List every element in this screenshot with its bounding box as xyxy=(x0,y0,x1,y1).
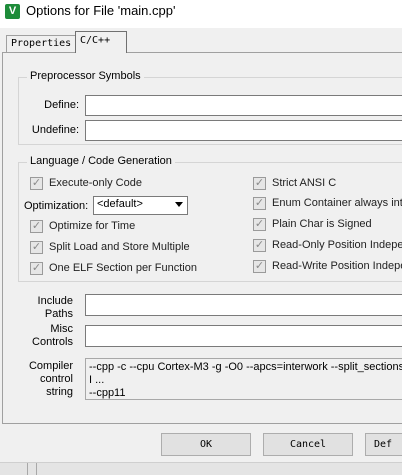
strict-ansi-label: Strict ANSI C xyxy=(272,177,337,189)
tab-c-cpp[interactable]: C/C++ xyxy=(75,31,127,53)
defaults-button[interactable]: Def xyxy=(365,433,402,456)
misc-label-line2: Controls xyxy=(32,336,73,348)
enum-container-label: Enum Container always int xyxy=(272,197,402,209)
compiler-control-string[interactable]: --cpp -c --cpu Cortex-M3 -g -O0 --apcs=i… xyxy=(85,358,402,400)
compiler-control-label: Compiler control string xyxy=(23,360,73,399)
checkmark-icon: ✓ xyxy=(30,177,43,190)
language-group-title: Language / Code Generation xyxy=(27,155,175,167)
optimization-value: <default> xyxy=(97,198,143,210)
undefine-label: Undefine: xyxy=(31,124,79,136)
optimization-label: Optimization: xyxy=(24,200,89,212)
rw-position-label: Read-Write Position Indepen xyxy=(272,260,402,272)
plain-char-label: Plain Char is Signed xyxy=(272,218,372,230)
title-bar: V Options for File 'main.cpp' xyxy=(0,0,402,28)
checkmark-icon: ✓ xyxy=(30,220,43,233)
ro-position-label: Read-Only Position Indepen xyxy=(272,239,402,251)
checkmark-icon: ✓ xyxy=(253,218,266,231)
checkmark-icon: ✓ xyxy=(253,239,266,252)
cancel-button[interactable]: Cancel xyxy=(263,433,353,456)
checkmark-icon: ✓ xyxy=(30,241,43,254)
compiler-label-line2: control xyxy=(39,373,73,385)
undefine-input[interactable] xyxy=(85,120,402,141)
include-label-line1: Include xyxy=(37,295,73,307)
compiler-label-line1: Compiler xyxy=(28,360,73,372)
checkmark-icon: ✓ xyxy=(253,260,266,273)
checkmark-icon: ✓ xyxy=(253,177,266,190)
strip-divider xyxy=(27,463,28,475)
tab-properties[interactable]: Properties xyxy=(6,35,76,52)
misc-controls-input[interactable] xyxy=(85,325,402,347)
compiler-label-line3: string xyxy=(46,386,73,398)
checkmark-icon: ✓ xyxy=(30,262,43,275)
checkmark-icon: ✓ xyxy=(253,197,266,210)
background-window-strip xyxy=(0,462,402,475)
split-load-label: Split Load and Store Multiple xyxy=(49,241,190,253)
chevron-down-icon xyxy=(175,202,183,207)
strip-divider xyxy=(36,463,37,475)
define-label: Define: xyxy=(44,99,79,111)
preprocessor-group-title: Preprocessor Symbols xyxy=(27,70,144,82)
optimize-time-label: Optimize for Time xyxy=(49,220,136,232)
window-title: Options for File 'main.cpp' xyxy=(26,3,176,18)
execute-only-label: Execute-only Code xyxy=(49,177,142,189)
keil-app-icon: V xyxy=(5,4,20,19)
include-paths-input[interactable] xyxy=(85,294,402,316)
define-input[interactable] xyxy=(85,95,402,116)
c-cpp-tab-panel: Preprocessor Symbols Define: Undefine: L… xyxy=(2,52,402,424)
optimization-select[interactable]: <default> xyxy=(93,196,188,215)
misc-label-line1: Misc xyxy=(50,323,73,335)
misc-controls-label: Misc Controls xyxy=(23,323,73,349)
include-paths-label: Include Paths xyxy=(23,295,73,321)
one-elf-label: One ELF Section per Function xyxy=(49,262,197,274)
ok-button[interactable]: OK xyxy=(161,433,251,456)
include-label-line2: Paths xyxy=(44,308,73,320)
